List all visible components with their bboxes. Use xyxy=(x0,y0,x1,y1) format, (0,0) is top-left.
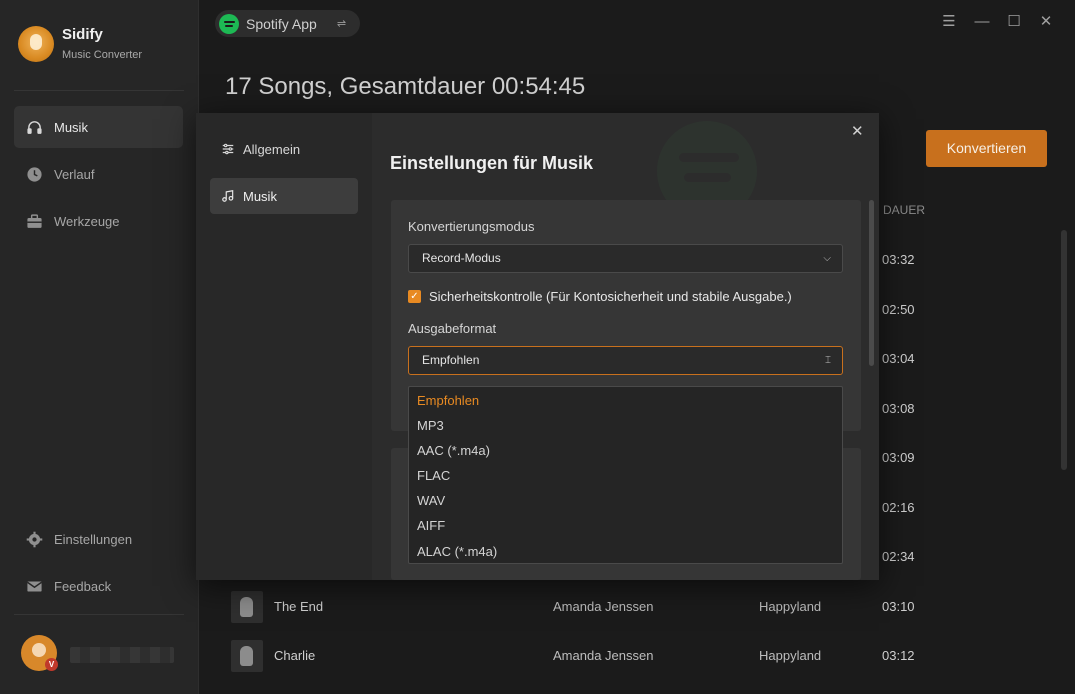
tab-label: Musik xyxy=(243,188,277,204)
format-option[interactable]: FLAC xyxy=(409,463,842,488)
sidebar-item-label: Feedback xyxy=(54,578,112,594)
maximize-icon[interactable]: ☐ xyxy=(1004,12,1024,32)
album-cover xyxy=(231,591,263,623)
output-format-label: Ausgabeformat xyxy=(408,321,497,336)
sidebar-item-verlauf[interactable]: Verlauf xyxy=(14,153,183,195)
sidebar: Sidify Music Converter Musik Verlauf Wer… xyxy=(0,0,199,694)
app-name: Sidify xyxy=(62,26,103,43)
table-row[interactable]: The End Amanda Jenssen Happyland 03:10 xyxy=(220,583,1070,631)
output-format-value: Empfohlen xyxy=(422,353,480,367)
conversion-mode-select[interactable]: Record-Modus ⌵ xyxy=(408,244,843,273)
sidebar-item-werkzeuge[interactable]: Werkzeuge xyxy=(14,200,183,242)
sidebar-item-einstellungen[interactable]: Einstellungen xyxy=(14,518,183,560)
close-window-icon[interactable]: ✕ xyxy=(1036,12,1056,32)
duration-cell: 02:34 xyxy=(882,549,915,564)
duration-cell: 03:09 xyxy=(882,450,915,465)
blurred-username xyxy=(70,647,174,663)
table-row[interactable]: Charlie Amanda Jenssen Happyland 03:12 xyxy=(220,632,1070,680)
conversion-mode-label: Konvertierungsmodus xyxy=(408,219,535,234)
avatar-badge: V xyxy=(45,658,58,671)
security-check-row[interactable]: ✓ Sicherheitskontrolle (Für Kontosicherh… xyxy=(408,289,792,304)
page-title: 17 Songs, Gesamtdauer 00:54:45 xyxy=(225,73,586,100)
convert-button[interactable]: Konvertieren xyxy=(926,130,1047,167)
gear-icon xyxy=(26,531,43,547)
format-option[interactable]: AIFF xyxy=(409,513,842,538)
swap-icon: ⇌ xyxy=(336,18,347,30)
tab-allgemein[interactable]: Allgemein xyxy=(210,131,358,167)
headphones-icon xyxy=(27,120,42,134)
album-cover xyxy=(231,640,263,672)
song-artist: Amanda Jenssen xyxy=(553,599,654,614)
sidebar-item-feedback[interactable]: Feedback xyxy=(14,565,183,607)
output-format-select[interactable]: Empfohlen ⌶ xyxy=(408,346,843,375)
security-checkbox[interactable]: ✓ xyxy=(408,290,421,303)
format-option[interactable]: Empfohlen xyxy=(409,388,842,413)
minimize-icon[interactable]: — xyxy=(972,12,992,32)
duration-column-header[interactable]: DAUER xyxy=(883,203,925,217)
app-logo-block: Sidify Music Converter xyxy=(18,26,142,62)
tab-musik[interactable]: Musik xyxy=(210,178,358,214)
sidebar-divider xyxy=(14,90,184,91)
chevron-down-icon: ⌵ xyxy=(823,253,831,264)
menu-icon[interactable]: ☰ xyxy=(939,12,959,32)
song-duration: 03:10 xyxy=(882,599,915,614)
sidebar-item-musik[interactable]: Musik xyxy=(14,106,183,148)
toolbox-icon xyxy=(27,213,42,228)
output-format-dropdown: Empfohlen MP3 AAC (*.m4a) FLAC WAV AIFF … xyxy=(408,386,843,564)
music-note-icon xyxy=(222,190,234,202)
sidebar-item-label: Werkzeuge xyxy=(54,213,120,229)
source-selector[interactable]: Spotify App ⇌ xyxy=(215,10,360,37)
settings-nav: Allgemein Musik xyxy=(196,113,372,580)
format-option[interactable]: MP3 xyxy=(409,413,842,438)
app-logo xyxy=(18,26,54,62)
mail-icon xyxy=(27,581,42,591)
song-artist: Amanda Jenssen xyxy=(553,648,654,663)
chevron-up-icon: ⌶ xyxy=(825,355,831,366)
spotify-icon xyxy=(219,13,239,34)
duration-cell: 03:04 xyxy=(882,351,915,366)
song-album: Happyland xyxy=(759,599,822,614)
duration-cell: 03:08 xyxy=(882,401,915,416)
dialog-title: Einstellungen für Musik xyxy=(390,153,594,173)
duration-cell: 02:50 xyxy=(882,302,915,317)
song-title: The End xyxy=(274,599,324,614)
duration-cell: 03:32 xyxy=(882,252,915,267)
sidebar-item-label: Einstellungen xyxy=(54,531,133,547)
app-subtitle: Music Converter xyxy=(62,49,143,61)
list-scrollbar[interactable] xyxy=(1061,230,1067,470)
dialog-scrollbar[interactable] xyxy=(869,200,874,366)
song-album: Happyland xyxy=(759,648,822,663)
conversion-mode-value: Record-Modus xyxy=(422,251,501,265)
sidebar-item-label: Verlauf xyxy=(54,166,95,182)
duration-cell: 02:16 xyxy=(882,500,915,515)
close-icon[interactable]: ✕ xyxy=(851,122,864,140)
format-option[interactable]: AAC (*.m4a) xyxy=(409,438,842,463)
clock-icon xyxy=(27,166,42,182)
sidebar-item-label: Musik xyxy=(54,119,88,135)
song-duration: 03:12 xyxy=(882,648,915,663)
song-title: Charlie xyxy=(274,648,316,663)
tab-label: Allgemein xyxy=(243,141,301,157)
format-option[interactable]: ALAC (*.m4a) xyxy=(409,539,842,564)
sliders-icon xyxy=(222,143,234,155)
sidebar-divider xyxy=(14,614,184,615)
security-check-label: Sicherheitskontrolle (Für Kontosicherhei… xyxy=(429,289,792,304)
format-option[interactable]: WAV xyxy=(409,488,842,513)
source-label: Spotify App xyxy=(246,15,317,32)
